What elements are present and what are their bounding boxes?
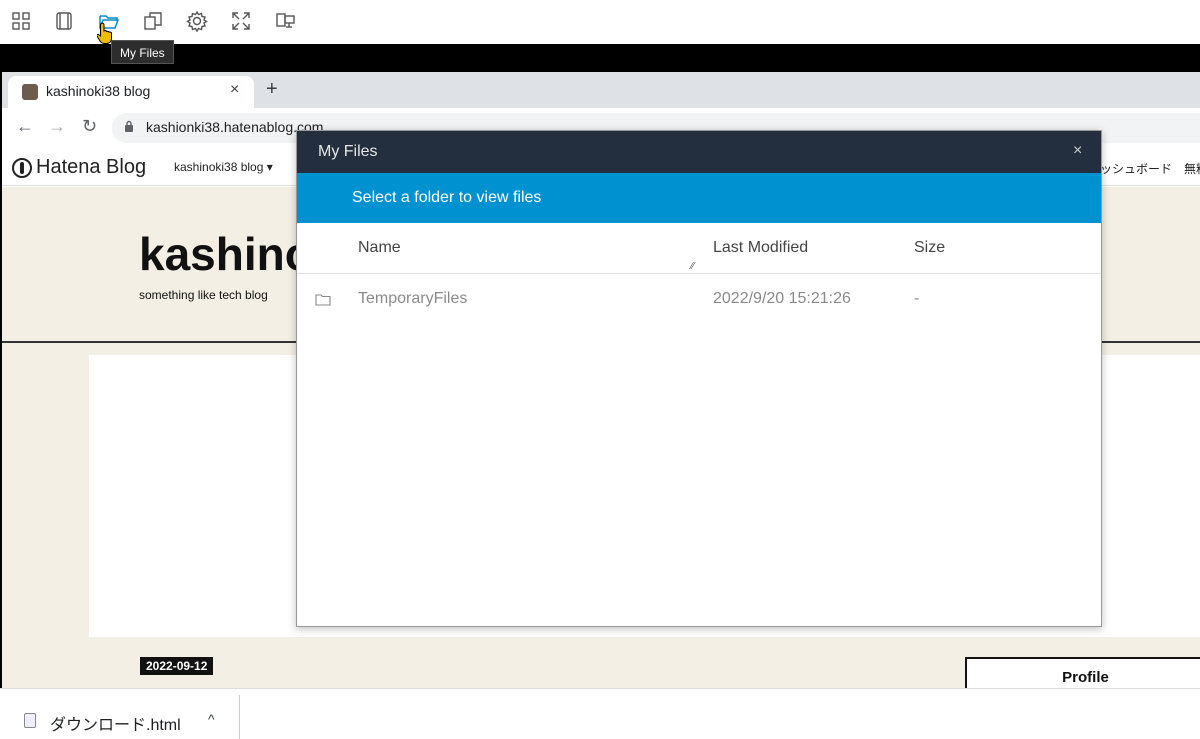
tooltip: My Files [111, 40, 174, 64]
blog-description: something like tech blog [139, 288, 268, 302]
new-tab-button[interactable]: + [266, 78, 278, 101]
column-resize-icon[interactable]: ⁄⁄ [691, 261, 694, 272]
info-banner: Select a folder to view files [297, 173, 1101, 223]
chevron-up-icon[interactable]: ^ [208, 711, 215, 727]
file-modified: 2022/9/20 15:21:26 [713, 290, 851, 307]
display-icon[interactable] [272, 8, 298, 34]
column-header-name[interactable]: Name [358, 239, 401, 257]
dashboard-link[interactable]: ッシュボード 無料 [1100, 160, 1200, 177]
download-shelf: ダウンロード.html ^ [0, 688, 1200, 739]
divider [239, 695, 240, 739]
close-icon[interactable]: × [1073, 142, 1082, 160]
banner-text: Select a folder to view files [352, 189, 542, 206]
column-header-modified[interactable]: Last Modified [713, 239, 808, 257]
hatena-logo-text: Hatena Blog [36, 156, 147, 178]
dialog-title: My Files [318, 143, 378, 160]
hatena-logo[interactable]: Hatena Blog [12, 156, 146, 179]
blog-menu[interactable]: kashinoki38 blog ▾ [174, 160, 273, 174]
html-file-icon [24, 713, 36, 728]
favicon-icon [22, 84, 38, 100]
close-tab-icon[interactable]: × [230, 81, 239, 99]
tab-title: kashinoki38 blog [46, 83, 151, 99]
fullscreen-icon[interactable] [228, 8, 254, 34]
lock-icon [124, 120, 134, 138]
window-icon[interactable] [51, 8, 77, 34]
profile-title: Profile [1062, 669, 1109, 686]
folder-icon [315, 293, 331, 311]
gear-icon[interactable] [184, 8, 210, 34]
copy-icon[interactable] [140, 8, 166, 34]
forward-icon[interactable]: → [48, 116, 66, 137]
hatena-logo-icon [12, 157, 32, 178]
entry-date[interactable]: 2022-09-12 [140, 657, 214, 675]
file-table-header: Name ⁄⁄ Last Modified Size [297, 223, 1101, 274]
tab-active[interactable]: kashinoki38 blog × [8, 76, 254, 108]
session-toolbar [0, 0, 1200, 44]
download-item-name[interactable]: ダウンロード.html [50, 711, 181, 735]
my-files-dialog: My Files × Select a folder to view files… [296, 130, 1102, 627]
dialog-header: My Files × [297, 131, 1101, 173]
file-name[interactable]: TemporaryFiles [358, 290, 467, 308]
grid-icon[interactable] [8, 8, 34, 34]
table-row[interactable]: TemporaryFiles 2022/9/20 15:21:26 - [297, 274, 1101, 324]
reload-icon[interactable]: ↻ [82, 116, 97, 137]
tab-strip: kashinoki38 blog × + [2, 72, 1200, 108]
hand-cursor-icon [96, 22, 113, 49]
column-header-size[interactable]: Size [914, 239, 945, 257]
session-border [0, 44, 1200, 72]
back-icon[interactable]: ← [16, 116, 34, 137]
file-size: - [914, 290, 920, 307]
